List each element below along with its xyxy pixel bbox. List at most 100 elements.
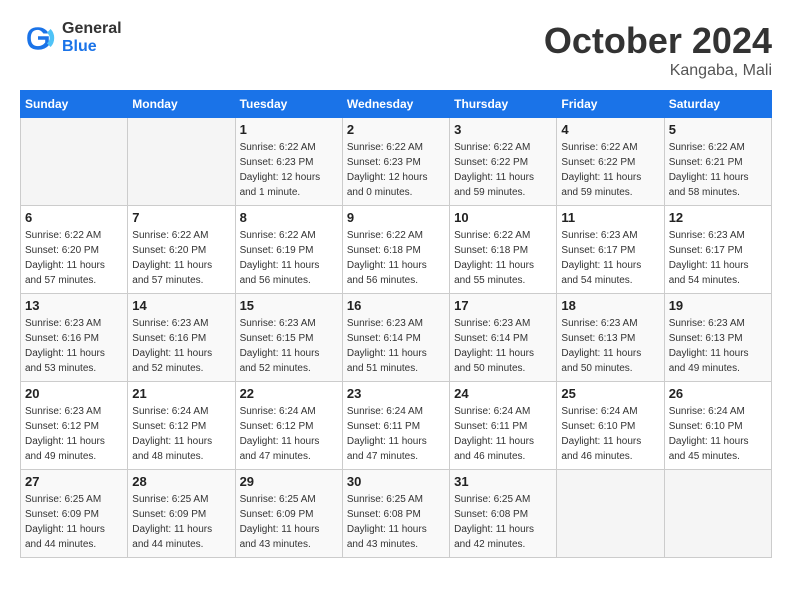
calendar-cell: 11 Sunrise: 6:23 AM Sunset: 6:17 PM Dayli… bbox=[557, 206, 664, 294]
weekday-header: Saturday bbox=[664, 91, 771, 118]
calendar-table: SundayMondayTuesdayWednesdayThursdayFrid… bbox=[20, 90, 772, 558]
calendar-cell: 19 Sunrise: 6:23 AM Sunset: 6:13 PM Dayli… bbox=[664, 294, 771, 382]
calendar-cell: 14Sunrise: 6:23 AM Sunset: 6:16 PM Dayli… bbox=[128, 294, 235, 382]
day-number: 21 bbox=[132, 386, 230, 401]
day-info: Sunrise: 6:25 AM Sunset: 6:09 PM Dayligh… bbox=[240, 492, 338, 552]
day-number: 11 bbox=[561, 210, 659, 225]
day-number: 28 bbox=[132, 474, 230, 489]
calendar-cell: 23Sunrise: 6:24 AM Sunset: 6:11 PM Dayli… bbox=[342, 382, 449, 470]
day-info: Sunrise: 6:22 AM Sunset: 6:21 PM Dayligh… bbox=[669, 140, 767, 200]
day-number: 6 bbox=[25, 210, 123, 225]
day-info: Sunrise: 6:22 AM Sunset: 6:22 PM Dayligh… bbox=[561, 140, 659, 200]
day-info: Sunrise: 6:22 AM Sunset: 6:22 PM Dayligh… bbox=[454, 140, 552, 200]
calendar-cell: 10 Sunrise: 6:22 AM Sunset: 6:18 PM Dayli… bbox=[450, 206, 557, 294]
day-info: Sunrise: 6:23 AM Sunset: 6:17 PM Dayligh… bbox=[561, 228, 659, 288]
day-number: 24 bbox=[454, 386, 552, 401]
calendar-cell: 22 Sunrise: 6:24 AM Sunset: 6:12 PM Dayli… bbox=[235, 382, 342, 470]
calendar-cell: 5 Sunrise: 6:22 AM Sunset: 6:21 PM Daylig… bbox=[664, 118, 771, 206]
day-number: 4 bbox=[561, 122, 659, 137]
day-info: Sunrise: 6:25 AM Sunset: 6:08 PM Dayligh… bbox=[454, 492, 552, 552]
day-number: 3 bbox=[454, 122, 552, 137]
day-number: 5 bbox=[669, 122, 767, 137]
day-info: Sunrise: 6:24 AM Sunset: 6:11 PM Dayligh… bbox=[347, 404, 445, 464]
day-number: 26 bbox=[669, 386, 767, 401]
day-info: Sunrise: 6:24 AM Sunset: 6:10 PM Dayligh… bbox=[669, 404, 767, 464]
day-number: 30 bbox=[347, 474, 445, 489]
calendar-cell: 27Sunrise: 6:25 AM Sunset: 6:09 PM Dayli… bbox=[21, 470, 128, 558]
calendar-cell: 18 Sunrise: 6:23 AM Sunset: 6:13 PM Dayli… bbox=[557, 294, 664, 382]
calendar-cell bbox=[128, 118, 235, 206]
calendar-cell: 30 Sunrise: 6:25 AM Sunset: 6:08 PM Dayli… bbox=[342, 470, 449, 558]
calendar-week-row: 20 Sunrise: 6:23 AM Sunset: 6:12 PM Dayli… bbox=[21, 382, 772, 470]
day-info: Sunrise: 6:25 AM Sunset: 6:08 PM Dayligh… bbox=[347, 492, 445, 552]
calendar-cell: 24 Sunrise: 6:24 AM Sunset: 6:11 PM Dayli… bbox=[450, 382, 557, 470]
day-info: Sunrise: 6:22 AM Sunset: 6:23 PM Dayligh… bbox=[347, 140, 445, 200]
day-number: 18 bbox=[561, 298, 659, 313]
calendar-cell bbox=[557, 470, 664, 558]
weekday-header: Thursday bbox=[450, 91, 557, 118]
day-number: 17 bbox=[454, 298, 552, 313]
calendar-cell: 6 Sunrise: 6:22 AM Sunset: 6:20 PM Daylig… bbox=[21, 206, 128, 294]
page-header: General Blue October 2024 Kangaba, Mali bbox=[20, 20, 772, 80]
day-info: Sunrise: 6:23 AM Sunset: 6:16 PM Dayligh… bbox=[25, 316, 123, 376]
calendar-cell: 25 Sunrise: 6:24 AM Sunset: 6:10 PM Dayli… bbox=[557, 382, 664, 470]
calendar-cell: 12 Sunrise: 6:23 AM Sunset: 6:17 PM Dayli… bbox=[664, 206, 771, 294]
calendar-cell: 3 Sunrise: 6:22 AM Sunset: 6:22 PM Daylig… bbox=[450, 118, 557, 206]
weekday-header: Monday bbox=[128, 91, 235, 118]
day-info: Sunrise: 6:24 AM Sunset: 6:12 PM Dayligh… bbox=[132, 404, 230, 464]
calendar-cell: 8 Sunrise: 6:22 AM Sunset: 6:19 PM Daylig… bbox=[235, 206, 342, 294]
day-number: 22 bbox=[240, 386, 338, 401]
calendar-cell: 16Sunrise: 6:23 AM Sunset: 6:14 PM Dayli… bbox=[342, 294, 449, 382]
day-number: 12 bbox=[669, 210, 767, 225]
title-block: October 2024 Kangaba, Mali bbox=[544, 20, 772, 80]
calendar-cell: 7Sunrise: 6:22 AM Sunset: 6:20 PM Daylig… bbox=[128, 206, 235, 294]
calendar-cell: 20 Sunrise: 6:23 AM Sunset: 6:12 PM Dayli… bbox=[21, 382, 128, 470]
day-info: Sunrise: 6:22 AM Sunset: 6:20 PM Dayligh… bbox=[25, 228, 123, 288]
weekday-header: Tuesday bbox=[235, 91, 342, 118]
day-info: Sunrise: 6:25 AM Sunset: 6:09 PM Dayligh… bbox=[25, 492, 123, 552]
calendar-cell: 26 Sunrise: 6:24 AM Sunset: 6:10 PM Dayli… bbox=[664, 382, 771, 470]
day-number: 1 bbox=[240, 122, 338, 137]
calendar-cell: 31 Sunrise: 6:25 AM Sunset: 6:08 PM Dayli… bbox=[450, 470, 557, 558]
day-number: 16 bbox=[347, 298, 445, 313]
day-info: Sunrise: 6:23 AM Sunset: 6:13 PM Dayligh… bbox=[561, 316, 659, 376]
calendar-cell: 28Sunrise: 6:25 AM Sunset: 6:09 PM Dayli… bbox=[128, 470, 235, 558]
calendar-cell: 1Sunrise: 6:22 AM Sunset: 6:23 PM Daylig… bbox=[235, 118, 342, 206]
calendar-cell: 2Sunrise: 6:22 AM Sunset: 6:23 PM Daylig… bbox=[342, 118, 449, 206]
calendar-cell: 9Sunrise: 6:22 AM Sunset: 6:18 PM Daylig… bbox=[342, 206, 449, 294]
calendar-cell: 15Sunrise: 6:23 AM Sunset: 6:15 PM Dayli… bbox=[235, 294, 342, 382]
day-info: Sunrise: 6:23 AM Sunset: 6:17 PM Dayligh… bbox=[669, 228, 767, 288]
logo-text: General Blue bbox=[62, 20, 122, 56]
day-info: Sunrise: 6:22 AM Sunset: 6:18 PM Dayligh… bbox=[454, 228, 552, 288]
day-info: Sunrise: 6:22 AM Sunset: 6:18 PM Dayligh… bbox=[347, 228, 445, 288]
location: Kangaba, Mali bbox=[544, 62, 772, 80]
calendar-header: SundayMondayTuesdayWednesdayThursdayFrid… bbox=[21, 91, 772, 118]
day-number: 14 bbox=[132, 298, 230, 313]
day-number: 8 bbox=[240, 210, 338, 225]
calendar-cell: 17Sunrise: 6:23 AM Sunset: 6:14 PM Dayli… bbox=[450, 294, 557, 382]
calendar-week-row: 13 Sunrise: 6:23 AM Sunset: 6:16 PM Dayli… bbox=[21, 294, 772, 382]
day-info: Sunrise: 6:23 AM Sunset: 6:13 PM Dayligh… bbox=[669, 316, 767, 376]
day-number: 29 bbox=[240, 474, 338, 489]
day-info: Sunrise: 6:22 AM Sunset: 6:20 PM Dayligh… bbox=[132, 228, 230, 288]
calendar-week-row: 27Sunrise: 6:25 AM Sunset: 6:09 PM Dayli… bbox=[21, 470, 772, 558]
day-number: 31 bbox=[454, 474, 552, 489]
calendar-cell: 4 Sunrise: 6:22 AM Sunset: 6:22 PM Daylig… bbox=[557, 118, 664, 206]
logo: General Blue bbox=[20, 20, 122, 56]
month-title: October 2024 bbox=[544, 20, 772, 62]
day-info: Sunrise: 6:24 AM Sunset: 6:12 PM Dayligh… bbox=[240, 404, 338, 464]
day-number: 20 bbox=[25, 386, 123, 401]
day-number: 13 bbox=[25, 298, 123, 313]
day-info: Sunrise: 6:24 AM Sunset: 6:10 PM Dayligh… bbox=[561, 404, 659, 464]
day-info: Sunrise: 6:23 AM Sunset: 6:12 PM Dayligh… bbox=[25, 404, 123, 464]
calendar-week-row: 6 Sunrise: 6:22 AM Sunset: 6:20 PM Daylig… bbox=[21, 206, 772, 294]
weekday-header-row: SundayMondayTuesdayWednesdayThursdayFrid… bbox=[21, 91, 772, 118]
weekday-header: Friday bbox=[557, 91, 664, 118]
day-number: 19 bbox=[669, 298, 767, 313]
day-number: 25 bbox=[561, 386, 659, 401]
day-number: 15 bbox=[240, 298, 338, 313]
calendar-cell: 29 Sunrise: 6:25 AM Sunset: 6:09 PM Dayli… bbox=[235, 470, 342, 558]
day-number: 10 bbox=[454, 210, 552, 225]
day-info: Sunrise: 6:24 AM Sunset: 6:11 PM Dayligh… bbox=[454, 404, 552, 464]
day-info: Sunrise: 6:22 AM Sunset: 6:19 PM Dayligh… bbox=[240, 228, 338, 288]
